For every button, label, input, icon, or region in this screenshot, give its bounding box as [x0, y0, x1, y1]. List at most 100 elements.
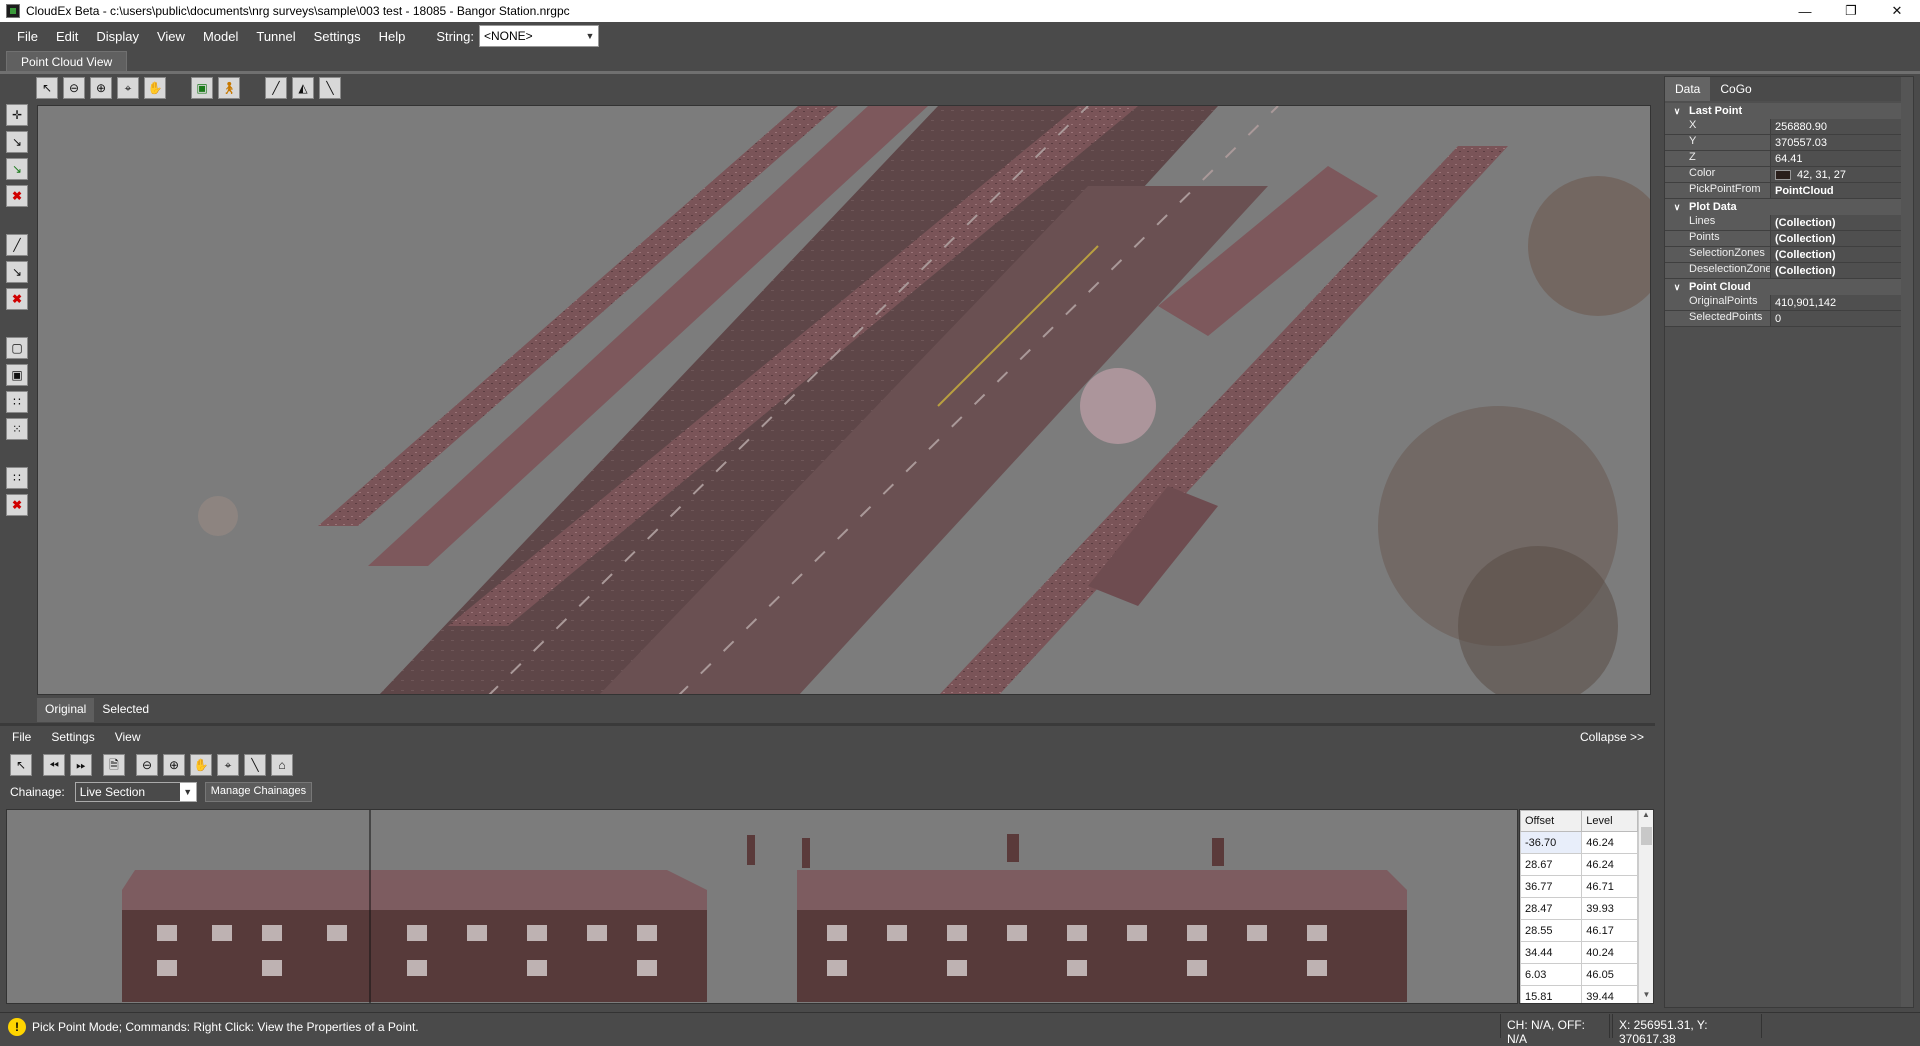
property-row[interactable]: SelectedPoints 0	[1665, 311, 1913, 327]
document-icon[interactable]: 🗎︎	[103, 754, 125, 776]
zoom-extents-icon[interactable]: ⌖	[217, 754, 239, 776]
property-row[interactable]: X 256880.90	[1665, 119, 1913, 135]
menu-help[interactable]: Help	[370, 29, 415, 44]
category-plot-data[interactable]: ∨ Plot Data	[1665, 199, 1913, 215]
select-zone-icon[interactable]: ▢	[6, 337, 28, 359]
level-cell[interactable]: 39.93	[1581, 897, 1638, 920]
scroll-down-icon[interactable]: ▼	[1639, 990, 1653, 1003]
clear-selection-icon[interactable]: ✖	[6, 494, 28, 516]
measure-tool-icon[interactable]: ╲	[244, 754, 266, 776]
level-cell[interactable]: 46.17	[1581, 919, 1638, 942]
property-value[interactable]: 0	[1771, 311, 1913, 326]
scroll-up-icon[interactable]: ▲	[1639, 810, 1653, 825]
table-row[interactable]: 28.67 46.24	[1520, 853, 1638, 876]
pick-string-icon[interactable]: ↘	[6, 158, 28, 180]
offset-cell[interactable]: 28.47	[1520, 897, 1583, 920]
measure-tool-icon[interactable]: ╲	[319, 77, 341, 99]
line-tool-icon[interactable]: ╱	[265, 77, 287, 99]
level-cell[interactable]: 46.24	[1581, 853, 1638, 876]
level-cell[interactable]: 39.44	[1581, 985, 1638, 1003]
property-value[interactable]: PointCloud	[1771, 183, 1913, 198]
point-cloud-viewport[interactable]	[37, 105, 1651, 695]
chainage-dropdown[interactable]: Live Section ▼	[74, 782, 197, 802]
zoom-in-icon[interactable]: ⊕	[163, 754, 185, 776]
clear-lines-icon[interactable]: ✖	[6, 288, 28, 310]
pick-point-icon[interactable]: ↘	[6, 131, 28, 153]
menu-settings[interactable]: Settings	[305, 29, 370, 44]
walk-person-icon[interactable]: 🚶︎	[218, 77, 240, 99]
property-value[interactable]: (Collection)	[1771, 247, 1913, 262]
select-arrow-icon[interactable]: ↖	[36, 77, 58, 99]
draw-line-icon[interactable]: ╱	[6, 234, 28, 256]
table-row[interactable]: 36.77 46.71	[1520, 875, 1638, 898]
collapse-toggle-icon[interactable]: ∨	[1665, 282, 1689, 293]
offset-cell[interactable]: 36.77	[1520, 875, 1583, 898]
pan-hand-icon[interactable]: ✋	[144, 77, 166, 99]
grid-header-level[interactable]: Level	[1581, 810, 1638, 832]
close-button[interactable]: ✕	[1874, 0, 1920, 22]
offset-cell[interactable]: -36.70	[1520, 831, 1583, 854]
property-value[interactable]: (Collection)	[1771, 231, 1913, 246]
section-menu-settings[interactable]: Settings	[51, 730, 94, 744]
property-value[interactable]: (Collection)	[1771, 263, 1913, 278]
category-last-point[interactable]: ∨ Last Point	[1665, 103, 1913, 119]
property-row[interactable]: Lines (Collection)	[1665, 215, 1913, 231]
table-row[interactable]: 28.55 46.17	[1520, 919, 1638, 942]
offset-cell[interactable]: 28.55	[1520, 919, 1583, 942]
surface-tool-icon[interactable]: ◭	[292, 77, 314, 99]
category-point-cloud[interactable]: ∨ Point Cloud	[1665, 279, 1913, 295]
table-row[interactable]: 15.81 39.44	[1520, 985, 1638, 1003]
property-row[interactable]: Y 370557.03	[1665, 135, 1913, 151]
property-row[interactable]: PickPointFrom PointCloud	[1665, 183, 1913, 199]
menu-file[interactable]: File	[8, 29, 47, 44]
tab-original[interactable]: Original	[37, 698, 95, 722]
tab-data[interactable]: Data	[1665, 77, 1711, 101]
deselect-zone-icon[interactable]: ▣	[6, 364, 28, 386]
offset-cell[interactable]: 15.81	[1520, 985, 1583, 1003]
property-value[interactable]: 410,901,142	[1771, 295, 1913, 310]
menu-view[interactable]: View	[148, 29, 194, 44]
grid-header-offset[interactable]: Offset	[1520, 810, 1583, 832]
property-value[interactable]: 256880.90	[1771, 119, 1913, 134]
property-value[interactable]: 64.41	[1771, 151, 1913, 166]
section-menu-file[interactable]: File	[12, 730, 31, 744]
table-row[interactable]: 6.03 46.05	[1520, 963, 1638, 986]
collapse-button[interactable]: Collapse >>	[1580, 730, 1644, 744]
tunnel-profile-icon[interactable]: ⌂	[271, 754, 293, 776]
section-menu-view[interactable]: View	[115, 730, 141, 744]
offset-cell[interactable]: 6.03	[1520, 963, 1583, 986]
restore-button[interactable]: ❐	[1828, 0, 1874, 22]
offset-level-grid[interactable]: Offset Level -36.70 46.24 28.67 46.24 36.7…	[1519, 809, 1654, 1004]
level-cell[interactable]: 46.24	[1581, 831, 1638, 854]
level-cell[interactable]: 46.05	[1581, 963, 1638, 986]
property-row[interactable]: Z 64.41	[1665, 151, 1913, 167]
previous-chainage-icon[interactable]: ⏪︎	[43, 754, 65, 776]
property-row[interactable]: DeselectionZones (Collection)	[1665, 263, 1913, 279]
grid-scrollbar[interactable]: ▲ ▼	[1638, 810, 1653, 1003]
string-dropdown[interactable]: <NONE> ▼	[478, 25, 599, 47]
zoom-out-icon[interactable]: ⊖	[136, 754, 158, 776]
section-view[interactable]	[6, 809, 1518, 1004]
tab-selected[interactable]: Selected	[94, 698, 157, 722]
collapse-toggle-icon[interactable]: ∨	[1665, 202, 1689, 213]
menu-tunnel[interactable]: Tunnel	[247, 29, 304, 44]
edit-line-icon[interactable]: ↘	[6, 261, 28, 283]
color-value-cell[interactable]: 42, 31, 27	[1771, 167, 1913, 182]
property-value[interactable]: 370557.03	[1771, 135, 1913, 150]
move-icon[interactable]: ✛	[6, 104, 28, 126]
menu-model[interactable]: Model	[194, 29, 247, 44]
zoom-extents-icon[interactable]: ⌖	[117, 77, 139, 99]
offset-cell[interactable]: 28.67	[1520, 853, 1583, 876]
grid-points-icon[interactable]: ∷	[6, 467, 28, 489]
pan-hand-icon[interactable]: ✋	[190, 754, 212, 776]
next-chainage-icon[interactable]: ⏩︎	[70, 754, 92, 776]
table-row[interactable]: 28.47 39.93	[1520, 897, 1638, 920]
deselect-points-icon[interactable]: ⁙	[6, 418, 28, 440]
zoom-in-icon[interactable]: ⊕	[90, 77, 112, 99]
table-row[interactable]: 34.44 40.24	[1520, 941, 1638, 964]
offset-cell[interactable]: 34.44	[1520, 941, 1583, 964]
menu-display[interactable]: Display	[87, 29, 148, 44]
tab-point-cloud-view[interactable]: Point Cloud View	[6, 51, 128, 71]
car-icon[interactable]: ▣	[191, 77, 213, 99]
select-points-icon[interactable]: ∷	[6, 391, 28, 413]
